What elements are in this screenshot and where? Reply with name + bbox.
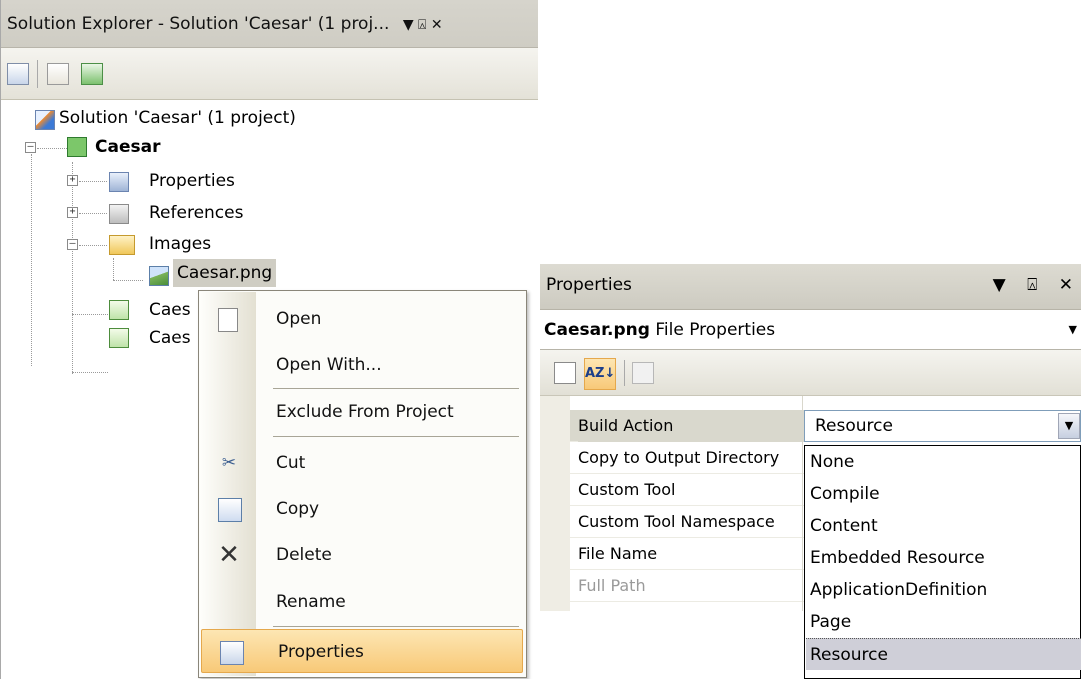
object-type: File Properties (655, 320, 776, 340)
property-grid-margin (540, 396, 570, 611)
expand-properties-icon[interactable]: + (67, 175, 78, 186)
menu-item-properties[interactable]: Properties (201, 629, 523, 673)
tree-line (31, 154, 32, 366)
collapse-images-icon[interactable]: – (67, 239, 78, 250)
open-file-icon (218, 308, 238, 332)
categorized-icon[interactable] (554, 362, 576, 384)
tree-line (113, 258, 114, 280)
project-label: Caesar (95, 137, 161, 157)
chevron-down-icon[interactable]: ▼ (1069, 310, 1077, 350)
delete-icon: ✕ (218, 540, 240, 570)
tree-line (79, 181, 107, 182)
build-action-dropdown-list: None Compile Content Embedded Resource A… (804, 445, 1081, 679)
menu-item-cut[interactable]: ✂ Cut (200, 441, 525, 485)
tree-item-solution[interactable]: Solution 'Caesar' (1 project) (59, 104, 296, 132)
tree-item-file2[interactable]: Caes (149, 324, 191, 352)
images-label: Images (149, 234, 212, 254)
tree-line (72, 314, 108, 315)
properties-toolbar-icon[interactable] (7, 63, 29, 85)
tree-item-file1[interactable]: Caes (149, 296, 191, 324)
tree-item-properties[interactable]: Properties (149, 167, 235, 195)
solution-explorer-toolbar (1, 48, 538, 100)
tree-item-caesar-png[interactable]: Caesar.png (173, 259, 277, 287)
tree-line (79, 213, 107, 214)
tree-line (72, 162, 73, 374)
references-label: References (149, 203, 244, 223)
menu-item-open-with[interactable]: Open With... (200, 343, 525, 387)
image-file-icon (149, 266, 169, 286)
object-selector[interactable]: Caesar.png File Properties ▼ (540, 310, 1081, 350)
tree-line (79, 245, 107, 246)
properties-icon (220, 641, 244, 665)
file2-label: Caes (149, 328, 191, 348)
scissors-icon: ✂ (221, 453, 237, 473)
show-all-files-icon[interactable] (47, 63, 69, 85)
tree-line (72, 372, 108, 373)
menu-separator (273, 626, 519, 627)
build-action-combobox[interactable]: Resource ▼ (804, 410, 1081, 442)
file1-label: Caes (149, 300, 191, 320)
properties-label: Properties (149, 171, 235, 191)
menu-item-copy[interactable]: Copy (200, 487, 525, 531)
refresh-icon[interactable] (81, 63, 103, 85)
properties-titlebar[interactable]: Properties ▼ ⍓ ✕ (540, 264, 1081, 310)
dropdown-option[interactable]: Embedded Resource (806, 542, 1081, 574)
references-icon (109, 204, 129, 224)
window-position-icon[interactable]: ▼ ⍓ ✕ (403, 1, 443, 47)
properties-toolbar: AZ↓ (540, 350, 1081, 396)
tree-line (113, 280, 143, 281)
solution-explorer-titlebar[interactable]: Solution Explorer - Solution 'Caesar' (1… (1, 0, 538, 48)
solution-explorer-title: Solution Explorer - Solution 'Caesar' (1… (7, 14, 390, 34)
dropdown-option[interactable]: ApplicationDefinition (806, 574, 1081, 606)
window-controls-icon[interactable]: ▼ ⍓ ✕ (993, 264, 1081, 306)
solution-label: Solution 'Caesar' (1 project) (59, 108, 296, 128)
toolbar-separator (37, 60, 38, 88)
dropdown-option-selected[interactable]: Resource (806, 638, 1081, 670)
properties-folder-icon (109, 172, 129, 192)
csharp-file-icon (109, 300, 129, 320)
toolbar-separator (624, 360, 625, 386)
dropdown-option[interactable]: Content (806, 510, 1081, 542)
csharp-project-icon (67, 137, 87, 157)
menu-item-delete[interactable]: ✕ Delete (200, 533, 525, 577)
tree-item-images[interactable]: Images (149, 230, 211, 258)
menu-item-open[interactable]: Open (200, 297, 525, 341)
csharp-file-icon (109, 328, 129, 348)
context-menu: Open Open With... Exclude From Project ✂… (198, 290, 527, 678)
expand-references-icon[interactable]: + (67, 207, 78, 218)
alphabetical-sort-icon[interactable]: AZ↓ (584, 358, 616, 390)
folder-open-icon (109, 235, 135, 255)
tree-item-references[interactable]: References (149, 199, 243, 227)
menu-item-rename[interactable]: Rename (200, 580, 525, 624)
chevron-down-icon[interactable]: ▼ (1058, 413, 1080, 439)
property-column-divider (802, 396, 803, 611)
dropdown-option[interactable]: Compile (806, 478, 1081, 510)
dropdown-option[interactable]: Page (806, 606, 1081, 638)
build-action-value: Resource (815, 416, 893, 436)
property-pages-icon[interactable] (632, 362, 654, 384)
tree-item-project[interactable]: Caesar (95, 133, 160, 161)
image-file-label: Caesar.png (177, 263, 273, 283)
tree-line (37, 148, 67, 149)
collapse-project-icon[interactable]: – (25, 142, 36, 153)
properties-title: Properties (546, 275, 632, 295)
properties-window: Properties ▼ ⍓ ✕ Caesar.png File Propert… (540, 264, 1081, 679)
object-name: Caesar.png (544, 320, 650, 340)
solution-icon (35, 110, 55, 130)
menu-separator (273, 436, 519, 437)
dropdown-option[interactable]: None (806, 446, 1081, 478)
menu-separator (273, 388, 519, 389)
copy-icon (218, 498, 242, 522)
menu-item-exclude-from-project[interactable]: Exclude From Project (200, 390, 525, 434)
